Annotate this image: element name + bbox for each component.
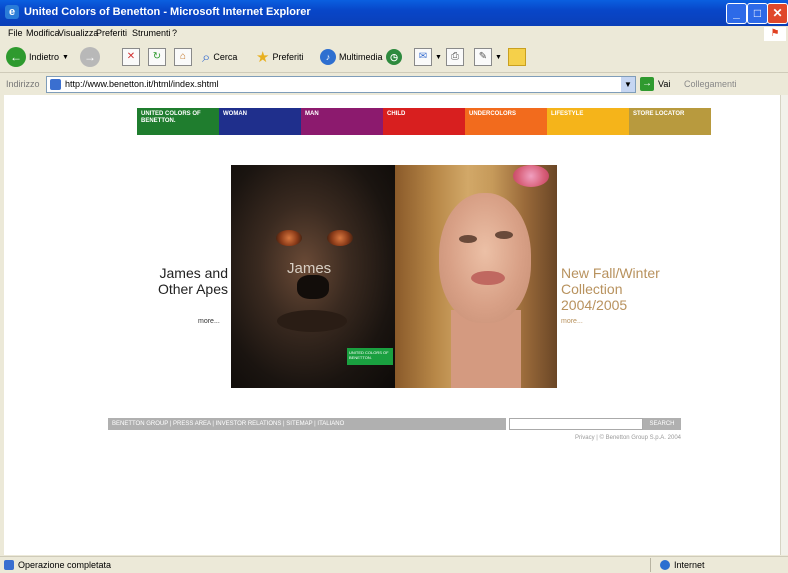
ape-image-title: James [287, 260, 332, 277]
back-label: Indietro [29, 52, 60, 62]
nav-tab-woman[interactable]: WOMAN [219, 108, 301, 135]
messenger-button[interactable] [508, 47, 526, 67]
menu-file[interactable]: File [8, 28, 23, 38]
address-dropdown-icon[interactable]: ▼ [621, 77, 635, 92]
stop-icon: ✕ [122, 48, 140, 66]
history-icon: ◷ [386, 49, 402, 65]
title-bar: e United Colors of Benetton - Microsoft … [0, 0, 788, 26]
print-icon: ⎙ [446, 48, 464, 66]
print-button[interactable]: ⎙ [446, 47, 464, 67]
window-title: United Colors of Benetton - Microsoft In… [24, 6, 311, 18]
model-left-eye [459, 235, 477, 243]
status-bar: Operazione completata Internet [0, 556, 788, 573]
menu-bar: File Modifica Visualizza Preferiti Strum… [0, 26, 788, 42]
page-content: UNITED COLORS OF BENETTON. WOMAN MAN CHI… [4, 95, 780, 555]
close-button[interactable]: ✕ [767, 3, 788, 24]
left-promo-line1: James and [159, 265, 228, 281]
flower-decoration [513, 165, 549, 187]
model-lips [471, 271, 505, 285]
nav-tab-man[interactable]: MAN [301, 108, 383, 135]
site-search-button[interactable]: SEARCH [643, 418, 681, 430]
media-button[interactable]: ♪ Multimedia [320, 47, 383, 67]
ape-nose [297, 275, 329, 299]
page-icon [50, 79, 61, 90]
ape-image[interactable]: James UNITED COLORS OF BENETTON. [231, 165, 395, 388]
nav-tab-benetton[interactable]: UNITED COLORS OF BENETTON. [137, 108, 219, 135]
left-promo-title[interactable]: James and Other Apes [140, 265, 228, 297]
nav-tab-store-locator[interactable]: STORE LOCATOR [629, 108, 711, 135]
ape-left-eye [276, 230, 302, 246]
mail-icon: ✉ [414, 48, 432, 66]
footer-links[interactable]: BENETTON GROUP | PRESS AREA | INVESTOR R… [108, 418, 506, 430]
home-button[interactable]: ⌂ [174, 47, 192, 67]
left-more-link[interactable]: more... [198, 318, 220, 325]
refresh-icon: ↻ [148, 48, 166, 66]
nav-tab-child[interactable]: CHILD [383, 108, 465, 135]
copyright-text: Privacy | © Benetton Group S.p.A. 2004 [574, 435, 681, 441]
ape-mouth [277, 310, 347, 332]
address-label: Indirizzo [6, 79, 40, 89]
site-search-input[interactable] [509, 418, 643, 430]
back-button[interactable]: ← Indietro ▼ [6, 47, 69, 67]
forward-arrow-icon: → [80, 47, 100, 67]
right-promo-line1: New Fall/Winter [561, 265, 660, 281]
star-icon: ★ [256, 49, 270, 66]
back-dropdown-icon: ▼ [62, 53, 69, 61]
model-image[interactable] [395, 165, 557, 388]
menu-modifica[interactable]: Modifica [26, 28, 60, 38]
menu-preferiti[interactable]: Preferiti [96, 28, 127, 38]
internet-zone-icon [660, 560, 670, 570]
media-icon: ♪ [320, 49, 336, 65]
menu-visualizza[interactable]: Visualizza [58, 28, 98, 38]
vertical-scrollbar[interactable] [780, 95, 788, 555]
status-text: Operazione completata [18, 560, 112, 570]
minimize-button[interactable]: _ [726, 3, 747, 24]
address-input[interactable]: http://www.benetton.it/html/index.shtml … [46, 76, 636, 93]
main-nav: UNITED COLORS OF BENETTON. WOMAN MAN CHI… [137, 108, 711, 135]
mail-dropdown-icon: ▼ [435, 53, 442, 61]
right-promo-line2: Collection [561, 281, 623, 297]
menu-help[interactable]: ? [172, 28, 177, 38]
go-button[interactable]: Vai [658, 79, 670, 89]
favorites-label: Preferiti [272, 52, 304, 62]
status-divider [650, 558, 651, 572]
edit-button[interactable]: ✎ ▼ [474, 47, 502, 67]
address-bar: Indirizzo http://www.benetton.it/html/in… [0, 73, 788, 95]
mail-button[interactable]: ✉ ▼ [414, 47, 442, 67]
security-zone: Internet [674, 560, 705, 570]
edit-icon: ✎ [474, 48, 492, 66]
left-promo-line2: Other Apes [157, 281, 228, 297]
toolbar: ← Indietro ▼ → ✕ ↻ ⌂ ⌕ Cerca ★ Preferiti… [0, 42, 788, 73]
address-url: http://www.benetton.it/html/index.shtml [65, 79, 219, 89]
favorites-button[interactable]: ★ Preferiti [256, 47, 303, 67]
search-label: Cerca [213, 52, 238, 62]
benetton-green-label: UNITED COLORS OF BENETTON. [347, 348, 393, 365]
forward-button[interactable]: → [80, 47, 100, 67]
edit-dropdown-icon: ▼ [495, 53, 502, 61]
go-arrow-icon[interactable]: → [640, 77, 654, 91]
home-icon: ⌂ [174, 48, 192, 66]
model-face [439, 193, 531, 323]
right-more-link[interactable]: more... [561, 318, 583, 325]
nav-tab-undercolors[interactable]: UNDERCOLORS [465, 108, 547, 135]
maximize-button[interactable]: □ [747, 3, 768, 24]
search-button[interactable]: ⌕ Cerca [202, 47, 237, 67]
model-right-eye [495, 231, 513, 239]
links-toolbar[interactable]: Collegamenti [684, 79, 737, 89]
refresh-button[interactable]: ↻ [148, 47, 166, 67]
right-promo-line3: 2004/2005 [561, 297, 628, 313]
media-label: Multimedia [339, 52, 383, 62]
messenger-icon [508, 48, 526, 66]
back-arrow-icon: ← [6, 47, 26, 67]
right-promo-title[interactable]: New Fall/Winter Collection 2004/2005 [561, 265, 660, 313]
status-page-icon [4, 560, 14, 570]
menu-strumenti[interactable]: Strumenti [132, 28, 171, 38]
windows-logo-icon: ⚑ [764, 27, 786, 41]
stop-button[interactable]: ✕ [122, 47, 140, 67]
ie-icon: e [5, 5, 19, 19]
history-button[interactable]: ◷ [386, 47, 402, 67]
nav-tab-lifestyle[interactable]: LIFESTYLE [547, 108, 629, 135]
ape-right-eye [327, 230, 353, 246]
search-icon: ⌕ [202, 48, 211, 66]
